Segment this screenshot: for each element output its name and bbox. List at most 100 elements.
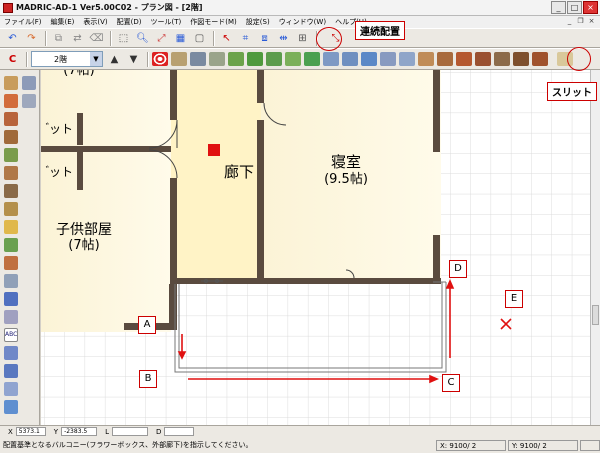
garden-icon[interactable] [304,52,320,66]
plant-tool-icon[interactable] [4,238,18,252]
undo-icon[interactable]: ↶ [4,30,21,46]
mdi-minimize-icon[interactable]: _ [565,17,574,26]
continuous-place-highlight [316,27,342,51]
floor-down-icon[interactable]: ▼ [125,51,142,67]
roof-icon[interactable] [209,52,225,66]
balcony-icon[interactable] [266,52,282,66]
porch-icon[interactable] [323,52,339,66]
spiral-icon[interactable] [152,52,168,66]
callout-continuous-place: 連続配置 [355,21,405,40]
resize-grip[interactable] [580,439,600,451]
left-toolbar: ABC [0,70,40,428]
left-rooms-floor [41,70,171,332]
compass-tool-icon[interactable] [4,382,18,396]
window-frame-icon[interactable] [475,52,491,66]
light-tool-icon[interactable] [4,220,18,234]
terrace-icon[interactable] [342,52,358,66]
mdi-close-icon[interactable]: × [587,17,596,26]
room-label-bedroom-size: (9.5帖) [324,172,368,187]
door-icon[interactable] [456,52,472,66]
menu-draw-mode[interactable]: 作図モード(M) [190,17,237,27]
floor-tool-icon[interactable] [4,130,18,144]
hedge-icon[interactable] [247,52,263,66]
room-label-kids-room: 子供部屋 [56,222,112,238]
menu-view[interactable]: 表示(V) [83,17,107,27]
stair-tool-icon[interactable] [4,76,18,90]
room-label-closet-2: ゙ット [48,165,73,179]
scrollbar-thumb[interactable] [592,305,599,325]
color-mode-icon[interactable]: C [4,51,21,67]
zoom-fit-icon[interactable]: ⤢ [153,30,170,46]
floor-select[interactable]: 2階 ▼ [31,51,103,67]
redo-icon[interactable]: ↷ [23,30,40,46]
stair-icon[interactable] [171,52,187,66]
menu-edit[interactable]: 編集(E) [51,17,75,27]
minimize-button[interactable]: _ [551,1,566,14]
snap-icon[interactable]: ⊞ [294,30,311,46]
zoom-all-icon[interactable]: ▦ [172,30,189,46]
maximize-button[interactable]: □ [567,1,582,14]
menu-place[interactable]: 配置(D) [117,17,142,27]
drawing-canvas[interactable]: 廊下 寝室 (9.5帖) 子供部屋 (7帖) (7帖) ゙ット ゙ット A B … [41,70,590,425]
menu-tools[interactable]: ツール(T) [151,17,182,27]
dimension-icon[interactable]: ⇹ [275,30,292,46]
house-tool-icon[interactable] [4,400,18,414]
text-tool-icon[interactable]: ABC [4,328,18,342]
d-value [164,427,195,436]
copy-icon[interactable]: ⧉ [50,30,67,46]
y-value: -2383.5 [61,427,98,436]
slope-icon[interactable] [361,52,377,66]
eraser-icon[interactable]: ⌫ [88,30,105,46]
wall-icon[interactable] [190,52,206,66]
room-label-kids-room-size: (7帖) [68,238,100,253]
title-bar: MADRIC-AD-1 Ver5.00C02 - プラン図 - [2階] _ □… [0,0,600,16]
range-select-icon[interactable]: ⌗ [237,30,254,46]
move-icon[interactable]: ⇄ [69,30,86,46]
fence-icon[interactable] [228,52,244,66]
callout-slit: スリット [547,82,597,101]
vertical-scrollbar[interactable] [590,70,600,425]
layer-icon[interactable]: ⧈ [256,30,273,46]
shelf-tool-icon[interactable] [4,184,18,198]
floor-up-icon[interactable]: ▲ [106,51,123,67]
fence-tool-icon[interactable] [4,274,18,288]
panel-tool-icon[interactable] [22,76,36,90]
line-tool-icon[interactable] [4,310,18,324]
zoom-window-icon[interactable]: ⬚ [115,30,132,46]
room-label-top-left-size: (7帖) [63,70,95,78]
close-button[interactable]: × [583,1,598,14]
storage-icon[interactable] [513,52,529,66]
symbol-tool-icon[interactable] [4,346,18,360]
pergola-icon[interactable] [399,52,415,66]
car-port-icon[interactable] [380,52,396,66]
brick-tool-icon[interactable] [4,112,18,126]
zoom-icon[interactable]: 🔍︎ [134,30,151,46]
mdi-restore-icon[interactable]: ❐ [576,17,585,26]
x-label: X [8,427,13,436]
grid-tool-icon[interactable] [22,94,36,108]
menu-settings[interactable]: 設定(S) [246,17,270,27]
pen-tool-icon[interactable] [4,292,18,306]
l-value [111,427,148,436]
window-title: MADRIC-AD-1 Ver5.00C02 - プラン図 - [2階] [16,3,203,12]
bed-tool-icon[interactable] [4,202,18,216]
sofa-tool-icon[interactable] [4,166,18,180]
status-message: 配置基準となるバルコニー(フラワーボックス、外部廊下)を指示してください。 [3,441,253,449]
fixture-tool-icon[interactable] [4,94,18,108]
menu-window[interactable]: ウィンドウ(W) [279,17,326,27]
deck-icon[interactable] [285,52,301,66]
roof-window-icon[interactable] [532,52,548,66]
toilet-tool-icon[interactable] [4,256,18,270]
shed-icon[interactable] [437,52,453,66]
room-label-corridor: 廊下 [223,163,254,181]
zoom-prev-icon[interactable]: ▢ [191,30,208,46]
slit-highlight [567,47,591,71]
select-arrow-icon[interactable]: ↖ [218,30,235,46]
cabinet-icon[interactable] [494,52,510,66]
gate-icon[interactable] [418,52,434,66]
app-icon [3,2,13,13]
menu-file[interactable]: ファイル(F) [4,17,42,27]
chevron-down-icon[interactable]: ▼ [90,52,102,66]
table-tool-icon[interactable] [4,148,18,162]
arrow-tool-icon[interactable] [4,364,18,378]
